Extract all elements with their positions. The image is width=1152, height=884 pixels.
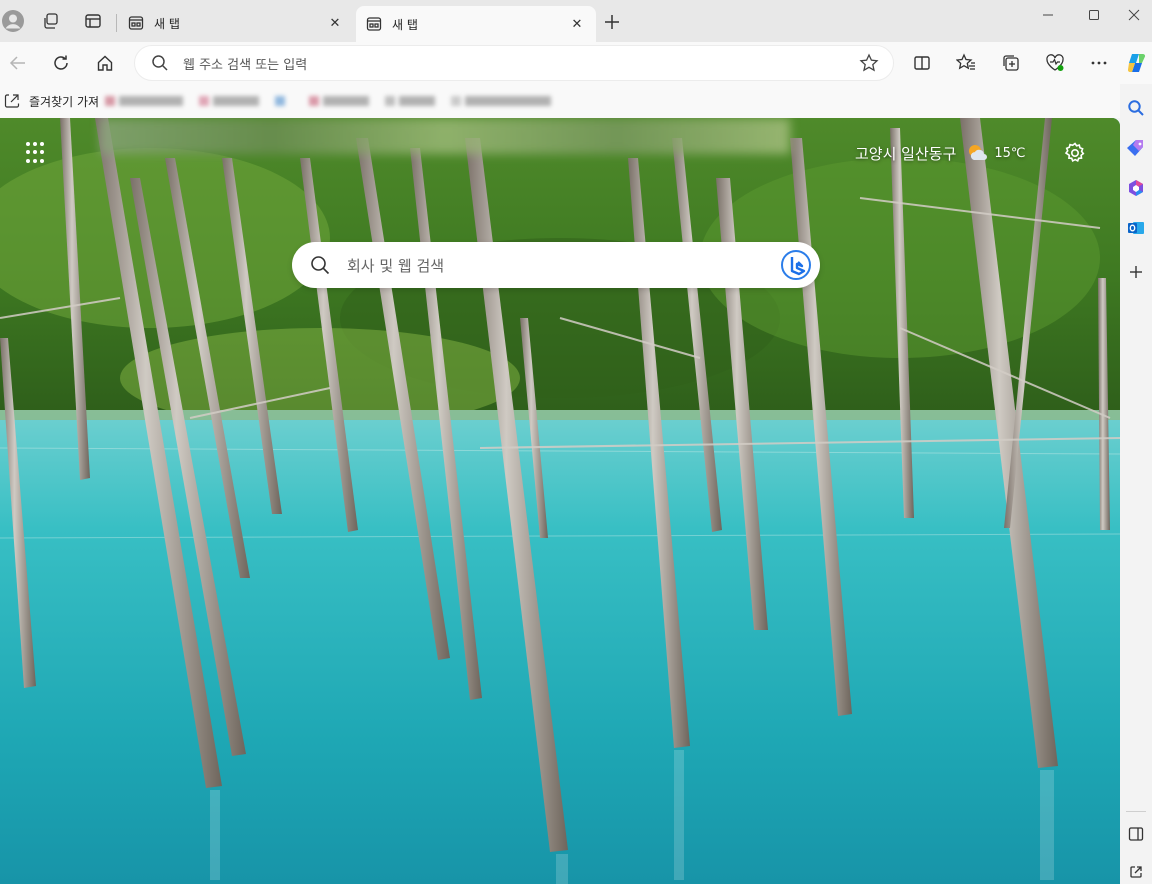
tab-separator [116,14,117,32]
sidebar-open-external-button[interactable] [1126,862,1146,882]
back-button[interactable] [2,47,34,79]
tab-title: 새 탭 [154,16,180,31]
address-bar[interactable]: 웹 주소 검색 또는 입력 [134,45,894,81]
background-image [0,118,1120,884]
maximize-icon [1089,10,1099,20]
workspaces-icon [44,13,58,29]
home-button[interactable] [89,47,121,79]
copilot-icon [1127,53,1146,73]
browser-essentials-button[interactable] [1039,47,1071,79]
search-icon [310,255,330,275]
more-options-button[interactable] [1083,47,1115,79]
web-search-box[interactable]: 회사 및 웹 검색 [292,242,820,288]
close-window-button[interactable] [1116,0,1152,30]
page-settings-button[interactable] [1063,141,1087,165]
navigation-toolbar: 웹 주소 검색 또는 입력 [0,42,1152,84]
sidebar-layout-icon [1128,827,1144,841]
weather-temperature: 15℃ [994,145,1026,161]
back-icon [9,56,25,70]
refresh-icon [54,55,68,70]
star-icon [859,53,879,72]
favorites-icon [956,53,975,70]
minimize-button[interactable] [1024,0,1072,30]
sidebar-shopping-button[interactable] [1126,138,1146,158]
sidebar-divider [1126,811,1146,812]
newtab-page-icon [128,15,144,31]
sidebar-search-button[interactable] [1126,98,1146,118]
sidebar-office-button[interactable] [1126,178,1146,198]
address-placeholder[interactable]: 웹 주소 검색 또는 입력 [183,54,859,73]
tab-close-button[interactable]: ✕ [326,14,344,32]
redacted-area [100,118,790,154]
maximize-button[interactable] [1070,0,1118,30]
minimize-icon [1043,14,1053,16]
import-favorites-button[interactable]: 즐겨찾기 가져 [4,93,99,110]
apps-launcher-button[interactable] [26,142,48,164]
search-placeholder[interactable]: 회사 및 웹 검색 [347,255,780,276]
import-favorites-icon [4,93,20,109]
partly-cloudy-icon [966,142,988,164]
favorites-bar: 즐겨찾기 가져 [0,84,1120,118]
weather-location: 고양시 일산동구 [855,144,957,163]
sidebar-add-button[interactable] [1126,262,1146,282]
bing-chat-button[interactable] [780,249,812,281]
favorites-items-blurred [105,96,567,106]
tab-close-button[interactable]: ✕ [568,15,586,33]
shopping-tag-icon [1127,140,1143,156]
add-favorite-button[interactable] [859,53,879,73]
favorites-button[interactable] [950,47,982,79]
newtab-page-icon [366,16,382,32]
sidebar-layout-button[interactable] [1126,824,1146,844]
tab-new-2-active[interactable]: 새 탭 ✕ [356,6,596,42]
edge-sidebar [1120,84,1152,884]
open-external-icon [1130,866,1142,878]
profile-button[interactable] [0,8,26,34]
more-icon [1091,61,1107,65]
bing-icon [781,250,811,280]
search-icon [1128,100,1144,116]
tab-new-1[interactable]: 새 탭 ✕ [118,6,354,40]
collections-button[interactable] [995,47,1027,79]
office-icon [1129,180,1143,196]
sidebar-outlook-button[interactable] [1126,218,1146,238]
add-icon [1130,266,1142,278]
tab-strip: 새 탭 ✕ 새 탭 ✕ [0,0,1152,42]
import-favorites-label: 즐겨찾기 가져 [29,94,100,109]
gear-icon [1064,142,1085,163]
outlook-icon [1128,222,1144,234]
refresh-button[interactable] [45,47,77,79]
copilot-button[interactable] [1122,47,1152,79]
browser-essentials-icon [1046,54,1064,71]
split-screen-icon [914,56,930,70]
close-icon [1128,9,1140,21]
search-icon [151,54,169,72]
plus-icon [605,15,619,29]
split-screen-button[interactable] [906,47,938,79]
tab-title: 새 탭 [392,17,418,32]
profile-icon [2,10,24,32]
workspaces-button[interactable] [38,8,64,34]
new-tab-button[interactable] [600,10,624,34]
home-icon [97,55,113,71]
tab-actions-icon [85,14,101,28]
collections-icon [1003,55,1019,71]
vertical-tabs-button[interactable] [80,8,106,34]
newtab-page: 고양시 일산동구 15℃ 회사 및 웹 검색 [0,118,1120,884]
weather-widget[interactable]: 고양시 일산동구 15℃ [855,142,1026,164]
